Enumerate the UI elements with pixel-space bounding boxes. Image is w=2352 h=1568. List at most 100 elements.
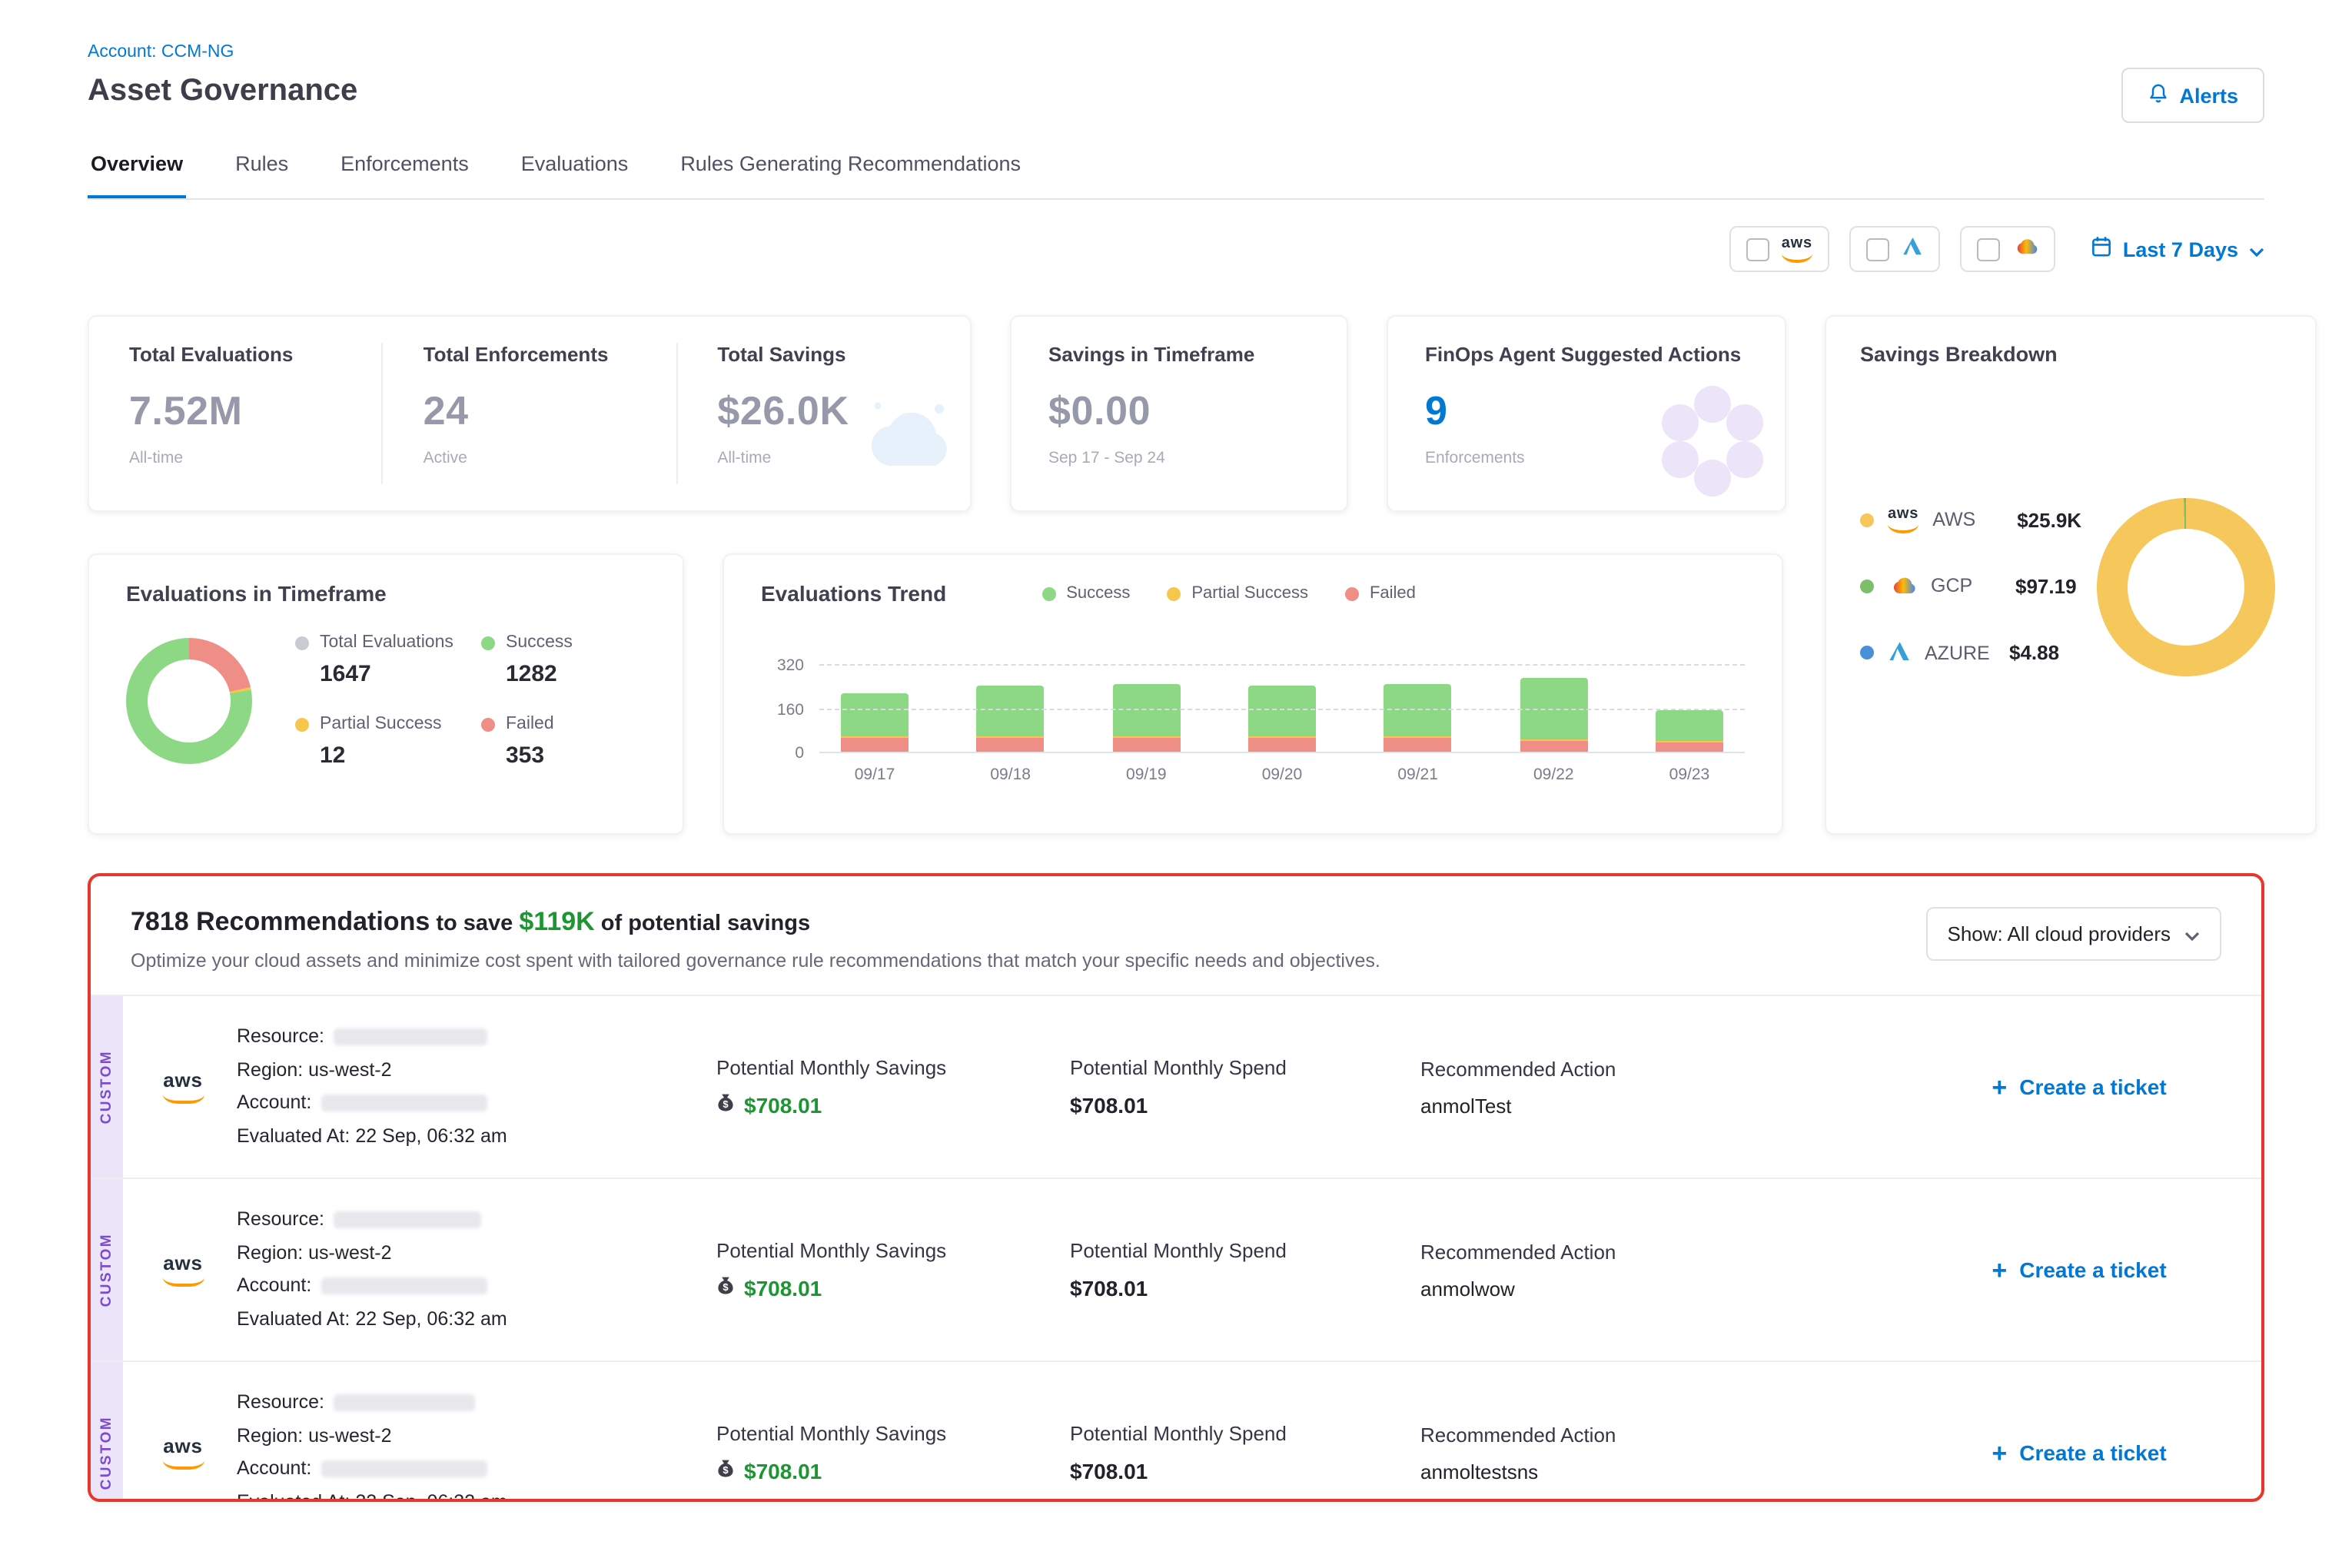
finops-actions-card: FinOps Agent Suggested Actions 9 Enforce… — [1387, 315, 1786, 512]
legend-success: Success — [1041, 584, 1130, 603]
page-header: Account: CCM-NG Asset Governance — [88, 0, 2264, 109]
calendar-icon — [2091, 235, 2112, 263]
stat-title: Total Enforcements — [424, 343, 636, 366]
yellow-dot-icon — [295, 717, 309, 731]
stat-subtitle: Enforcements — [1425, 449, 1748, 467]
trend-bar — [1656, 709, 1723, 753]
green-dot-icon — [481, 636, 495, 649]
page-title: Asset Governance — [88, 74, 2264, 109]
stat-title: FinOps Agent Suggested Actions — [1425, 343, 1748, 366]
svg-text:$: $ — [723, 1098, 729, 1109]
money-bag-icon: $ — [716, 1275, 735, 1301]
card-title: Evaluations in Timeframe — [126, 581, 646, 606]
bar-segment-success — [1112, 684, 1180, 736]
plus-icon: + — [1992, 1074, 2007, 1100]
date-range-label: Last 7 Days — [2123, 238, 2238, 261]
legend-gcp: GCP $97.19 — [1860, 573, 2081, 599]
create-ticket-button[interactable]: + Create a ticket — [1992, 1440, 2166, 1466]
stat-value: 7.52M — [129, 387, 342, 435]
trend-bar — [977, 686, 1045, 753]
trend-bar-chart: 0160320 — [761, 630, 1745, 753]
filter-row: aws — [88, 200, 2264, 304]
date-range-selector[interactable]: Last 7 Days — [2091, 235, 2264, 263]
gridline — [819, 708, 1745, 709]
redacted-account — [321, 1460, 487, 1477]
potential-monthly-savings: Potential Monthly Savings $ $708.01 — [716, 1238, 1070, 1301]
aws-icon: aws — [1782, 236, 1812, 262]
evaluations-in-timeframe-card: Evaluations in Timeframe Total Evaluatio… — [88, 553, 684, 835]
plus-icon: + — [1992, 1440, 2007, 1466]
recommended-action: Recommended Action anmoltestsns — [1420, 1423, 1805, 1483]
filter-label: Show: All cloud providers — [1948, 922, 2171, 945]
asset-governance-page: Account: CCM-NG Asset Governance Alerts … — [0, 0, 2352, 1568]
legend-azure: AZURE $4.88 — [1860, 639, 2081, 666]
savings-breakdown-donut-chart — [2097, 497, 2275, 676]
green-dot-icon — [1041, 586, 1055, 600]
azure-icon — [1888, 639, 1911, 666]
account-breadcrumb[interactable]: Account: CCM-NG — [88, 43, 2264, 61]
tab-enforcements[interactable]: Enforcements — [337, 146, 472, 198]
bar-segment-success — [841, 693, 909, 736]
plot-area — [819, 630, 1745, 753]
svg-text:$: $ — [723, 1463, 729, 1475]
potential-monthly-spend: Potential Monthly Spend $708.01 — [1070, 1239, 1420, 1301]
blue-dot-icon — [1860, 646, 1874, 659]
bar-segment-success — [1384, 684, 1452, 736]
tab-overview[interactable]: Overview — [88, 146, 186, 198]
stat-value: 24 — [424, 387, 636, 435]
create-ticket-button[interactable]: + Create a ticket — [1992, 1257, 2166, 1283]
provider-filter-aws[interactable]: aws — [1729, 226, 1829, 272]
tab-evaluations[interactable]: Evaluations — [518, 146, 632, 198]
recommendation-row: CUSTOM aws Resource: Region: us-west-2 A… — [91, 1360, 2261, 1502]
stat-title: Savings in Timeframe — [1048, 343, 1310, 366]
total-enforcements-stat: Total Enforcements 24 Active — [382, 343, 676, 484]
legend-aws: aws AWS $25.9K — [1860, 507, 2081, 533]
trend-bar — [1248, 686, 1316, 753]
aws-icon: aws — [151, 1070, 215, 1104]
legend-failed: Failed — [1345, 584, 1416, 603]
provider-filter-azure[interactable] — [1849, 226, 1940, 272]
custom-badge: CUSTOM — [91, 996, 123, 1178]
legend-partial-success: Partial Success — [1167, 584, 1308, 603]
alerts-button[interactable]: Alerts — [2121, 68, 2264, 123]
potential-savings-amount: $119K — [519, 907, 594, 936]
legend-total-evaluations: Total Evaluations 1647 — [295, 633, 460, 687]
recommendation-row: CUSTOM aws Resource: Region: us-west-2 A… — [91, 995, 2261, 1178]
evaluations-legend: Total Evaluations 1647 Success 1282 — [295, 633, 646, 769]
gcp-icon — [2012, 235, 2038, 263]
potential-monthly-savings: Potential Monthly Savings $ $708.01 — [716, 1421, 1070, 1484]
x-tick-label: 09/18 — [977, 766, 1045, 784]
potential-monthly-savings: Potential Monthly Savings $ $708.01 — [716, 1055, 1070, 1118]
gcp-checkbox[interactable] — [1977, 238, 2000, 261]
green-dot-icon — [1860, 579, 1874, 593]
x-tick-label: 09/22 — [1520, 766, 1587, 784]
cloud-provider-filter-dropdown[interactable]: Show: All cloud providers — [1926, 907, 2222, 961]
y-axis: 0160320 — [761, 630, 819, 753]
tab-rules[interactable]: Rules — [232, 146, 291, 198]
bar-segment-success — [1656, 709, 1723, 741]
create-ticket-button[interactable]: + Create a ticket — [1992, 1074, 2166, 1100]
azure-checkbox[interactable] — [1866, 238, 1889, 261]
provider-filter-gcp[interactable] — [1960, 226, 2055, 272]
svg-text:$: $ — [723, 1281, 729, 1292]
tab-rules-generating-recommendations[interactable]: Rules Generating Recommendations — [677, 146, 1024, 198]
trend-bar — [1520, 677, 1587, 753]
aws-icon: aws — [151, 1436, 215, 1470]
bar-segment-success — [1248, 686, 1316, 736]
stat-subtitle: Active — [424, 449, 636, 467]
recommendation-row: CUSTOM aws Resource: Region: us-west-2 A… — [91, 1178, 2261, 1360]
summary-section: Total Evaluations 7.52M All-time Total E… — [88, 315, 2264, 835]
recommendations-title: 7818 Recommendations to save $119K of po… — [131, 907, 1380, 938]
stat-subtitle: All-time — [717, 449, 930, 467]
evaluations-donut-chart — [126, 638, 252, 764]
y-tick-label: 0 — [795, 744, 804, 762]
redacted-resource — [334, 1394, 475, 1411]
x-axis-labels: 09/1709/1809/1909/2009/2109/2209/23 — [819, 766, 1745, 784]
recommendations-header: 7818 Recommendations to save $119K of po… — [91, 876, 2261, 995]
legend-partial-success: Partial Success 12 — [295, 715, 460, 769]
card-title: Evaluations Trend — [761, 581, 946, 606]
custom-badge: CUSTOM — [91, 1179, 123, 1360]
card-title: Savings Breakdown — [1860, 343, 2281, 366]
y-tick-label: 320 — [777, 656, 804, 675]
aws-checkbox[interactable] — [1746, 238, 1769, 261]
